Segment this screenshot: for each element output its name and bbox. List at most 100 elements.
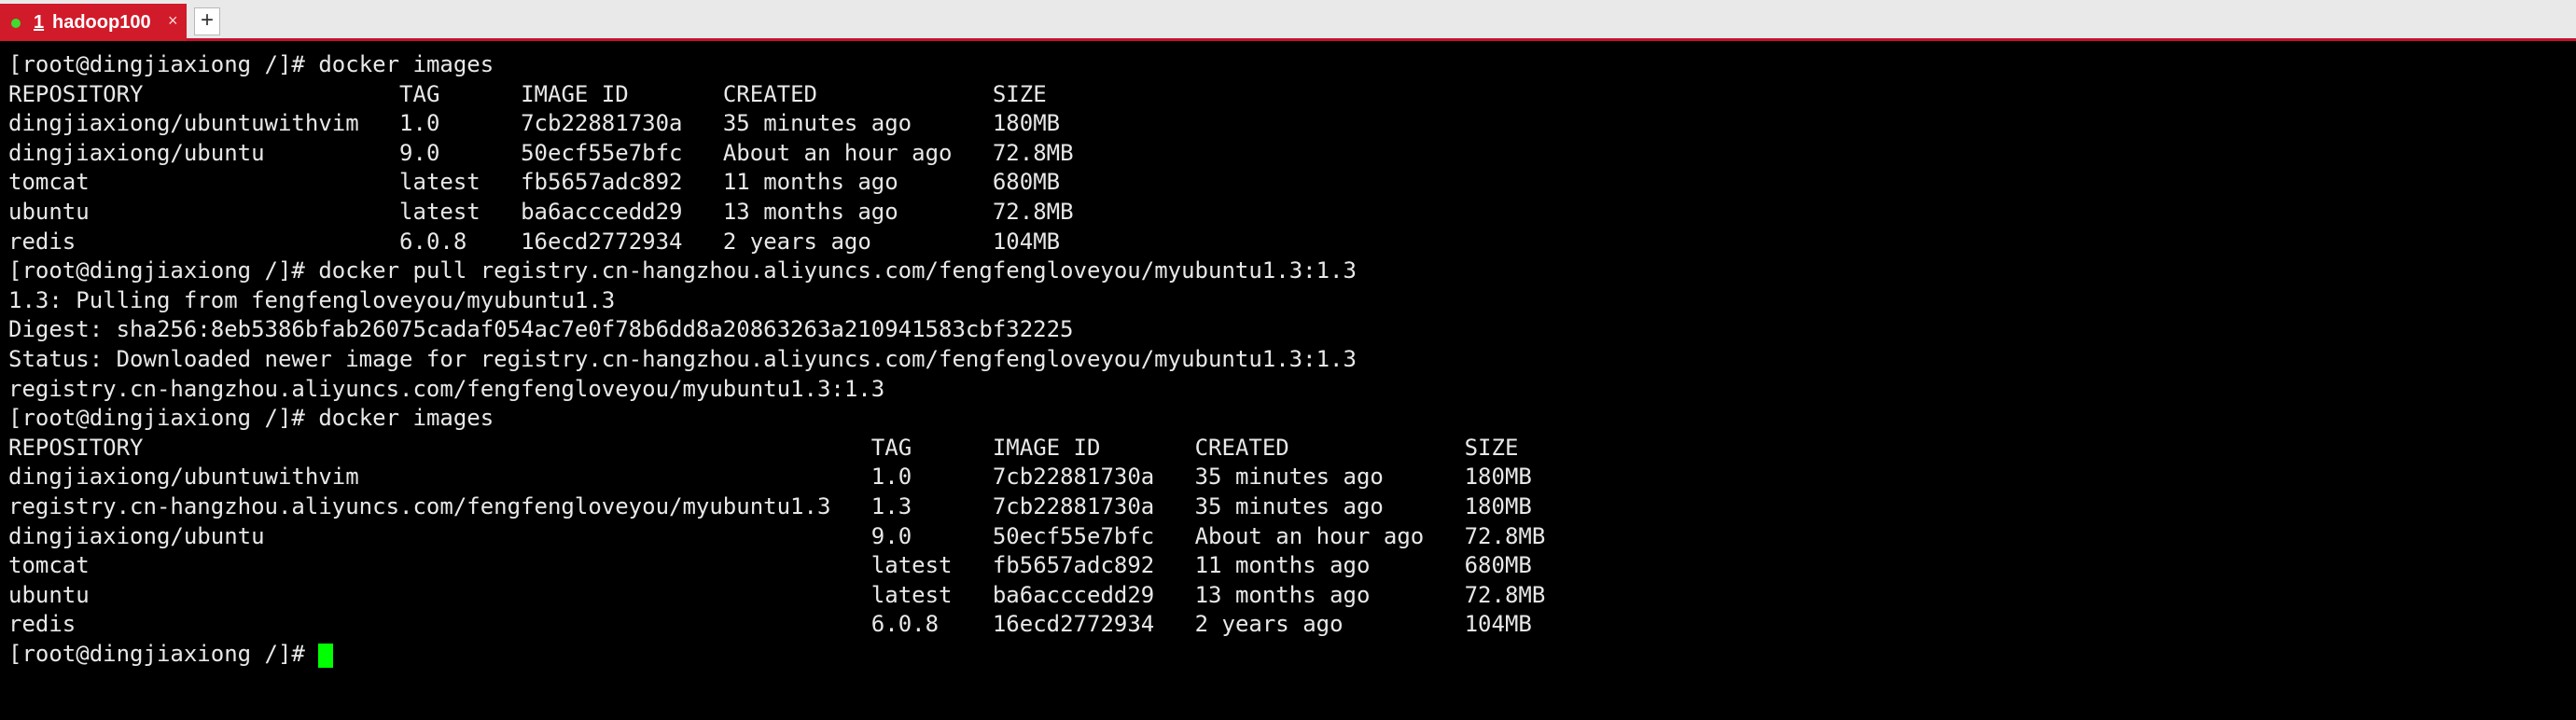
terminal-output[interactable]: [root@dingjiaxiong /]# docker images REP…: [0, 41, 2576, 720]
table-row: dingjiaxiong/ubuntu 9.0 50ecf55e7bfc Abo…: [8, 139, 2576, 169]
cell-image-id: 16ecd2772934: [521, 228, 683, 255]
cell-tag: 1.0: [399, 110, 440, 137]
cell-repository: ubuntu: [8, 581, 90, 608]
cell-repository: dingjiaxiong/ubuntu: [8, 522, 265, 549]
cell-repository: dingjiaxiong/ubuntu: [8, 139, 265, 166]
prompt-line: [root@dingjiaxiong /]# docker images: [8, 404, 2576, 434]
header-created: CREATED: [1194, 434, 1289, 461]
cell-created: 35 minutes ago: [1194, 464, 1384, 491]
tab-label: hadoop100: [52, 12, 151, 33]
header-repository: REPOSITORY: [8, 434, 144, 461]
cell-tag: 6.0.8: [399, 228, 467, 255]
cell-size: 180MB: [992, 110, 1061, 137]
cell-tag: 6.0.8: [870, 611, 940, 638]
header-repository: REPOSITORY: [8, 80, 144, 107]
cell-image-id: 7cb22881730a: [521, 110, 683, 137]
cell-tag: 1.0: [870, 464, 912, 491]
cell-image-id: 16ecd2772934: [992, 611, 1155, 638]
cell-image-id: fb5657adc892: [521, 169, 683, 196]
cell-size: 104MB: [1464, 611, 1532, 638]
cell-tag: latest: [399, 169, 480, 196]
cell-image-id: 50ecf55e7bfc: [992, 522, 1155, 549]
table-row: tomcat latest fb5657adc892 11 months ago…: [8, 551, 2576, 581]
output-line: Digest: sha256:8eb5386bfab26075cadaf054a…: [8, 316, 1074, 343]
cell-created: 35 minutes ago: [1194, 492, 1384, 519]
green-dot-icon: [11, 19, 21, 28]
tab-hadoop100[interactable]: 1 hadoop100 ×: [0, 4, 187, 41]
prompt-line: [root@dingjiaxiong /]#: [8, 640, 2576, 670]
output-line: 1.3: Pulling from fengfengloveyou/myubun…: [8, 286, 616, 313]
prompt: [root@dingjiaxiong /]#: [8, 51, 305, 77]
output-line: registry.cn-hangzhou.aliyuncs.com/fengfe…: [8, 375, 885, 402]
prompt: [root@dingjiaxiong /]#: [8, 257, 305, 284]
cell-created: 2 years ago: [722, 228, 871, 255]
cell-created: 35 minutes ago: [722, 110, 912, 137]
cell-size: 72.8MB: [1464, 522, 1546, 549]
header-size: SIZE: [1464, 434, 1519, 461]
cell-repository: tomcat: [8, 169, 90, 196]
header-image-id: IMAGE ID: [992, 434, 1101, 461]
cell-created: About an hour ago: [722, 139, 953, 166]
cell-size: 680MB: [1464, 552, 1532, 579]
header-image-id: IMAGE ID: [521, 80, 629, 107]
cell-repository: tomcat: [8, 552, 90, 579]
table-row: dingjiaxiong/ubuntu 9.0 50ecf55e7bfc Abo…: [8, 522, 2576, 552]
cell-tag: 1.3: [870, 492, 912, 519]
prompt: [root@dingjiaxiong /]#: [8, 640, 305, 667]
prompt-line: [root@dingjiaxiong /]# docker images: [8, 50, 2576, 80]
cell-image-id: 50ecf55e7bfc: [521, 139, 683, 166]
cell-image-id: fb5657adc892: [992, 552, 1155, 579]
cell-created: 11 months ago: [1194, 552, 1371, 579]
command-text: docker images: [318, 51, 494, 77]
cell-image-id: ba6acccedd29: [992, 581, 1155, 608]
table-row: dingjiaxiong/ubuntuwithvim 1.0 7cb228817…: [8, 463, 2576, 492]
cell-created: 13 months ago: [722, 198, 898, 225]
header-created: CREATED: [722, 80, 817, 107]
command-text: docker images: [318, 405, 494, 432]
cell-tag: latest: [870, 581, 953, 608]
cell-repository: redis: [8, 228, 77, 255]
table-row: tomcat latest fb5657adc892 11 months ago…: [8, 168, 2576, 198]
cell-image-id: ba6acccedd29: [521, 198, 683, 225]
table-row: registry.cn-hangzhou.aliyuncs.com/fengfe…: [8, 492, 2576, 522]
cell-size: 72.8MB: [992, 139, 1074, 166]
cell-created: 13 months ago: [1194, 581, 1371, 608]
cell-repository: dingjiaxiong/ubuntuwithvim: [8, 464, 359, 491]
cell-size: 180MB: [1464, 492, 1532, 519]
cell-size: 72.8MB: [992, 198, 1074, 225]
cell-tag: latest: [870, 552, 953, 579]
table-row: redis 6.0.8 16ecd2772934 2 years ago 104…: [8, 228, 2576, 257]
text-cursor: [318, 643, 334, 668]
cell-repository: dingjiaxiong/ubuntuwithvim: [8, 110, 359, 137]
tab-number: 1: [34, 12, 45, 33]
header-tag: TAG: [399, 80, 440, 107]
cell-created: About an hour ago: [1194, 522, 1425, 549]
cell-tag: latest: [399, 198, 480, 225]
table-row: ubuntu latest ba6acccedd29 13 months ago…: [8, 581, 2576, 611]
cell-size: 72.8MB: [1464, 581, 1546, 608]
table-row: ubuntu latest ba6acccedd29 13 months ago…: [8, 198, 2576, 228]
header-size: SIZE: [992, 80, 1047, 107]
table-row: redis 6.0.8 16ecd2772934 2 years ago 104…: [8, 610, 2576, 640]
cell-repository: ubuntu: [8, 198, 90, 225]
cell-created: 11 months ago: [722, 169, 898, 196]
cell-size: 180MB: [1464, 464, 1532, 491]
close-icon[interactable]: ×: [168, 11, 178, 31]
cell-created: 2 years ago: [1194, 611, 1344, 638]
prompt-line: [root@dingjiaxiong /]# docker pull regis…: [8, 256, 2576, 286]
table-row: dingjiaxiong/ubuntuwithvim 1.0 7cb228817…: [8, 109, 2576, 139]
output-line: Status: Downloaded newer image for regis…: [8, 345, 1357, 372]
cell-tag: 9.0: [399, 139, 440, 166]
table-header: REPOSITORY TAG IMAGE ID CREATED SIZE: [8, 80, 2576, 110]
cell-repository: redis: [8, 611, 77, 638]
plus-icon[interactable]: +: [194, 7, 220, 35]
cell-image-id: 7cb22881730a: [992, 464, 1155, 491]
cell-image-id: 7cb22881730a: [992, 492, 1155, 519]
command-text: docker pull registry.cn-hangzhou.aliyunc…: [318, 257, 1357, 284]
table-header: REPOSITORY TAG IMAGE ID CREATED SIZE: [8, 434, 2576, 464]
tab-bar: 1 hadoop100 × +: [0, 0, 2576, 41]
prompt: [root@dingjiaxiong /]#: [8, 405, 305, 432]
cell-size: 680MB: [992, 169, 1061, 196]
header-tag: TAG: [870, 434, 912, 461]
cell-size: 104MB: [992, 228, 1061, 255]
